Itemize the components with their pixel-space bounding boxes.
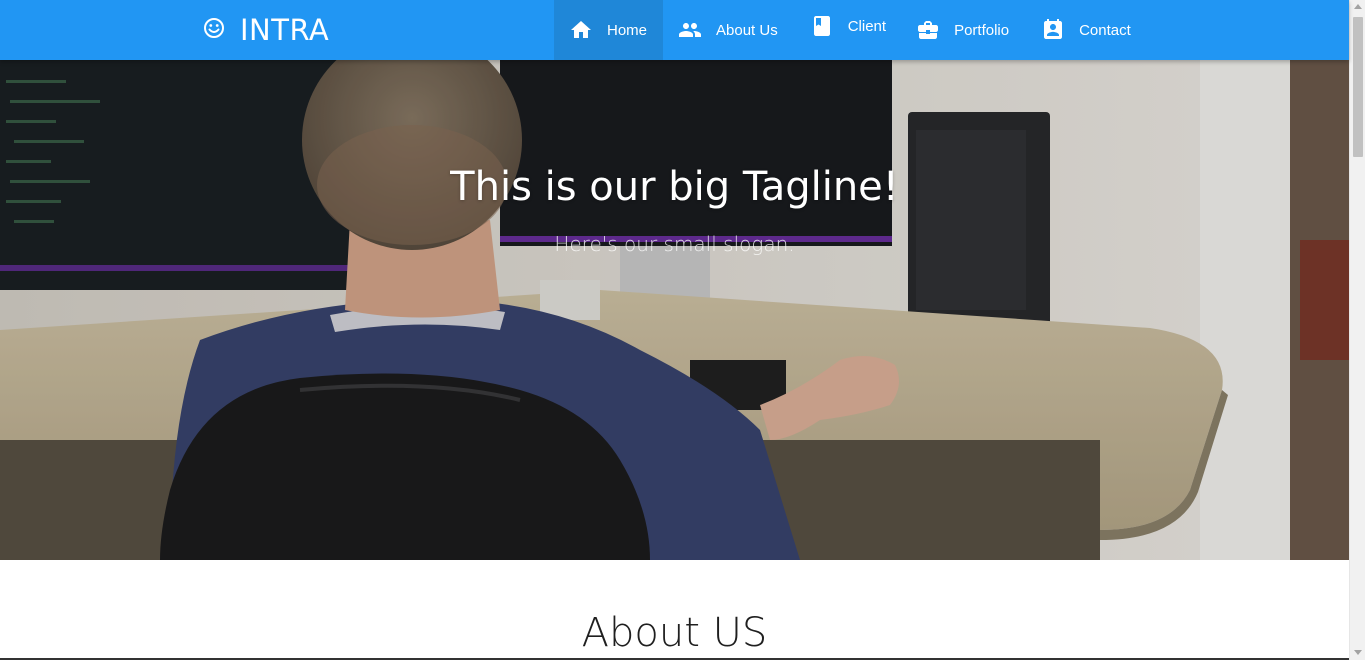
vertical-scrollbar[interactable] <box>1349 0 1365 660</box>
smiley-icon <box>204 18 224 38</box>
navbar: INTRA Home About Us Client Portfolio Con… <box>0 0 1349 60</box>
nav-item-portfolio[interactable]: Portfolio <box>902 0 1027 60</box>
briefcase-icon <box>918 21 939 39</box>
scroll-down-arrow-icon[interactable] <box>1354 650 1362 655</box>
nav-label-home: Home <box>606 21 647 39</box>
nav-item-about-us[interactable]: About Us <box>663 0 792 60</box>
hero-title: This is our big Tagline! <box>450 164 899 210</box>
hero-background-photo <box>0 60 1349 560</box>
contact-card-icon <box>1044 19 1063 39</box>
nav-item-contact[interactable]: Contact <box>1027 0 1131 60</box>
about-heading: About US <box>581 610 768 656</box>
nav-label-client: Client <box>847 17 887 35</box>
scroll-up-arrow-icon[interactable] <box>1354 4 1362 9</box>
nav-item-home[interactable]: Home <box>554 0 663 60</box>
brand-link[interactable]: INTRA <box>202 0 329 60</box>
people-icon <box>679 23 701 37</box>
nav-item-client[interactable]: Client <box>792 0 902 60</box>
book-icon <box>813 16 830 36</box>
main-nav: Home About Us Client Portfolio Contact <box>554 0 1131 60</box>
scroll-thumb[interactable] <box>1353 17 1363 157</box>
brand-name: INTRA <box>240 13 330 47</box>
hero-slogan: Here's our small slogan. <box>554 232 795 256</box>
nav-label-about-us: About Us <box>716 21 778 39</box>
hero-section: This is our big Tagline! Here's our smal… <box>0 60 1349 560</box>
home-icon <box>570 21 591 38</box>
nav-label-portfolio: Portfolio <box>954 21 1010 39</box>
nav-label-contact: Contact <box>1079 21 1131 39</box>
